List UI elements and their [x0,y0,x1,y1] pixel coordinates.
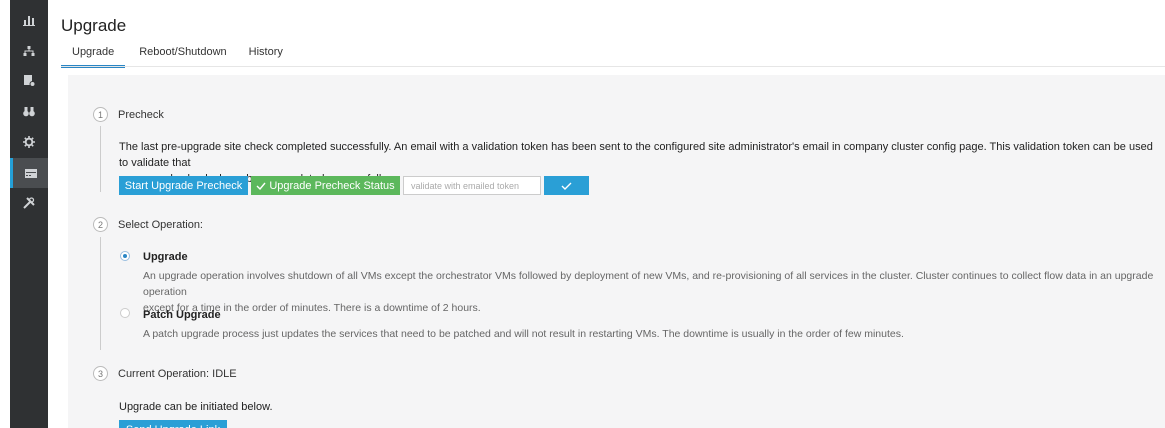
check-icon [256,182,266,190]
window-edge [0,0,10,428]
precheck-message-line-1: The last pre-upgrade site check complete… [119,141,1153,169]
validate-token-button[interactable] [544,176,589,195]
main-panel: Upgrade Upgrade Reboot/Shutdown History … [48,10,1165,428]
page-title: Upgrade [61,16,127,35]
bar-chart-icon[interactable] [10,5,48,35]
patch-upgrade-radio[interactable] [120,308,130,318]
step-2-number: 2 [93,217,108,232]
step-3-number: 3 [93,366,108,381]
upgrade-precheck-status-label: Upgrade Precheck Status [269,179,395,192]
tab-upgrade[interactable]: Upgrade [61,44,126,68]
tools-icon[interactable] [10,188,48,218]
upgrade-option-title: Upgrade [143,251,188,263]
network-icon[interactable] [10,36,48,66]
upgrade-option-description-line-2: except for a time in the order of minute… [143,302,481,314]
patch-upgrade-option-description: A patch upgrade process just updates the… [143,328,904,340]
current-operation-message: Upgrade can be initiated below. [119,401,273,413]
binoculars-icon[interactable] [10,96,48,126]
sidebar [10,0,48,428]
tab-reboot-shutdown[interactable]: Reboot/Shutdown [131,44,234,66]
step-1-title: Precheck [118,109,164,121]
step-1-number: 1 [93,107,108,122]
upgrade-precheck-status-button[interactable]: Upgrade Precheck Status [251,176,400,195]
tabs-divider [61,66,1165,67]
step-2-title: Select Operation: [118,219,203,231]
upgrade-radio[interactable] [120,251,130,261]
gear-icon[interactable] [10,127,48,157]
validation-token-input[interactable] [403,176,541,195]
step-1-connector [100,126,101,192]
step-3-title: Current Operation: IDLE [118,368,237,380]
policy-icon[interactable] [10,66,48,96]
top-spacer [48,0,1165,10]
upgrade-option-description-line-1: An upgrade operation involves shutdown o… [143,270,1154,298]
patch-upgrade-option-title: Patch Upgrade [143,309,221,321]
step-2-connector [100,237,101,350]
upgrade-content: 1 Precheck The last pre-upgrade site che… [68,75,1165,428]
start-upgrade-precheck-button[interactable]: Start Upgrade Precheck [119,176,248,195]
check-icon [561,182,572,190]
server-icon[interactable] [10,158,48,188]
send-upgrade-link-button[interactable]: Send Upgrade Link [119,420,227,428]
upgrade-option-description: An upgrade operation involves shutdown o… [143,268,1163,316]
tab-history[interactable]: History [241,44,291,66]
tab-bar: Upgrade Reboot/Shutdown History [61,44,297,68]
